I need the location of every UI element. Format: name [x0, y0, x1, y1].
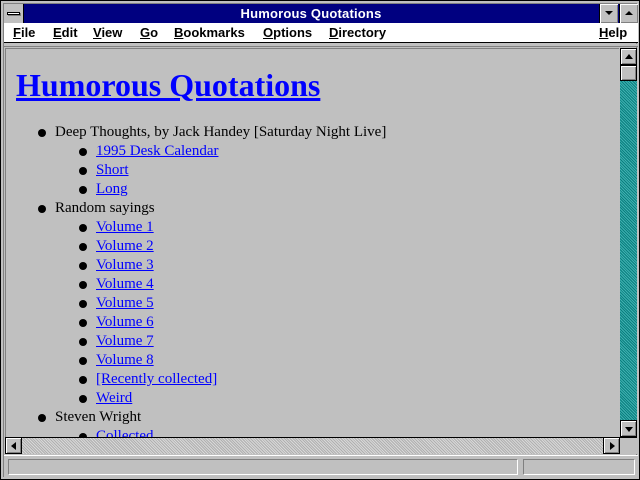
bullet-icon — [79, 395, 87, 403]
bullet-icon — [79, 148, 87, 156]
page-title-link[interactable]: Humorous Quotations — [16, 67, 320, 103]
title-bar[interactable]: Humorous Quotations — [4, 4, 638, 23]
status-text — [8, 459, 518, 475]
system-menu-icon — [7, 12, 20, 15]
quote-link[interactable]: Short — [96, 161, 129, 180]
bullet-icon — [79, 186, 87, 194]
quote-link[interactable]: Volume 1 — [96, 218, 154, 237]
menu-file[interactable]: File — [13, 24, 35, 42]
quote-link[interactable]: Volume 6 — [96, 313, 154, 332]
quote-link[interactable]: Volume 7 — [96, 332, 154, 351]
menu-go[interactable]: Go — [140, 24, 158, 42]
bullet-icon — [79, 319, 87, 327]
maximize-icon — [625, 11, 633, 15]
minimize-button[interactable] — [599, 4, 618, 23]
system-menu-button[interactable] — [4, 4, 24, 23]
browser-window: Humorous Quotations File Edit View Go Bo… — [0, 0, 640, 480]
quote-link[interactable]: 1995 Desk Calendar — [96, 142, 218, 161]
maximize-button[interactable] — [619, 4, 638, 23]
bullet-icon — [79, 224, 87, 232]
bullet-icon — [79, 338, 87, 346]
scroll-right-button[interactable] — [603, 437, 620, 454]
bullet-icon — [79, 281, 87, 289]
vertical-scroll-thumb[interactable] — [620, 65, 637, 81]
menu-edit[interactable]: Edit — [53, 24, 78, 42]
bullet-icon — [79, 376, 87, 384]
arrow-up-icon — [625, 54, 633, 59]
toolbar-strip — [4, 44, 638, 47]
quote-link[interactable]: Volume 5 — [96, 294, 154, 313]
menu-bookmarks[interactable]: Bookmarks — [174, 24, 245, 42]
section-label: Steven Wright — [55, 409, 142, 425]
bullet-icon — [79, 262, 87, 270]
scroll-left-button[interactable] — [5, 437, 22, 454]
arrow-down-icon — [625, 427, 633, 432]
quote-link[interactable]: Long — [96, 180, 128, 199]
bullet-icon — [38, 129, 46, 137]
status-bar — [4, 455, 638, 478]
bullet-icon — [38, 414, 46, 422]
horizontal-scrollbar[interactable] — [5, 437, 620, 454]
bullet-icon — [79, 357, 87, 365]
menu-help[interactable]: Help — [599, 24, 627, 42]
scroll-up-button[interactable] — [620, 48, 637, 65]
bullet-icon — [79, 167, 87, 175]
quote-link[interactable]: Weird — [96, 389, 132, 408]
section-label: Random sayings — [55, 200, 155, 216]
minimize-icon — [605, 11, 613, 15]
menu-directory[interactable]: Directory — [329, 24, 386, 42]
quote-link[interactable]: Volume 4 — [96, 275, 154, 294]
progress-indicator — [523, 459, 635, 475]
arrow-right-icon — [610, 442, 615, 450]
window-title: Humorous Quotations — [240, 6, 382, 21]
document-view[interactable]: Humorous Quotations Deep Thoughts, by Ja… — [5, 48, 619, 437]
bullet-icon — [79, 300, 87, 308]
bullet-icon — [79, 243, 87, 251]
quote-link[interactable]: Volume 2 — [96, 237, 154, 256]
quote-link[interactable]: [Recently collected] — [96, 370, 217, 389]
quote-link[interactable]: Volume 3 — [96, 256, 154, 275]
menu-bar: File Edit View Go Bookmarks Options Dire… — [4, 23, 638, 43]
menu-options[interactable]: Options — [263, 24, 312, 42]
scroll-down-button[interactable] — [620, 420, 637, 437]
section-label: Deep Thoughts, by Jack Handey [Saturday … — [55, 124, 387, 140]
quote-link[interactable]: Collected — [96, 427, 153, 437]
menu-view[interactable]: View — [93, 24, 122, 42]
quote-link[interactable]: Volume 8 — [96, 351, 154, 370]
bullet-icon — [38, 205, 46, 213]
arrow-left-icon — [11, 442, 16, 450]
scrollbar-corner — [620, 437, 637, 454]
vertical-scrollbar[interactable] — [620, 48, 637, 437]
